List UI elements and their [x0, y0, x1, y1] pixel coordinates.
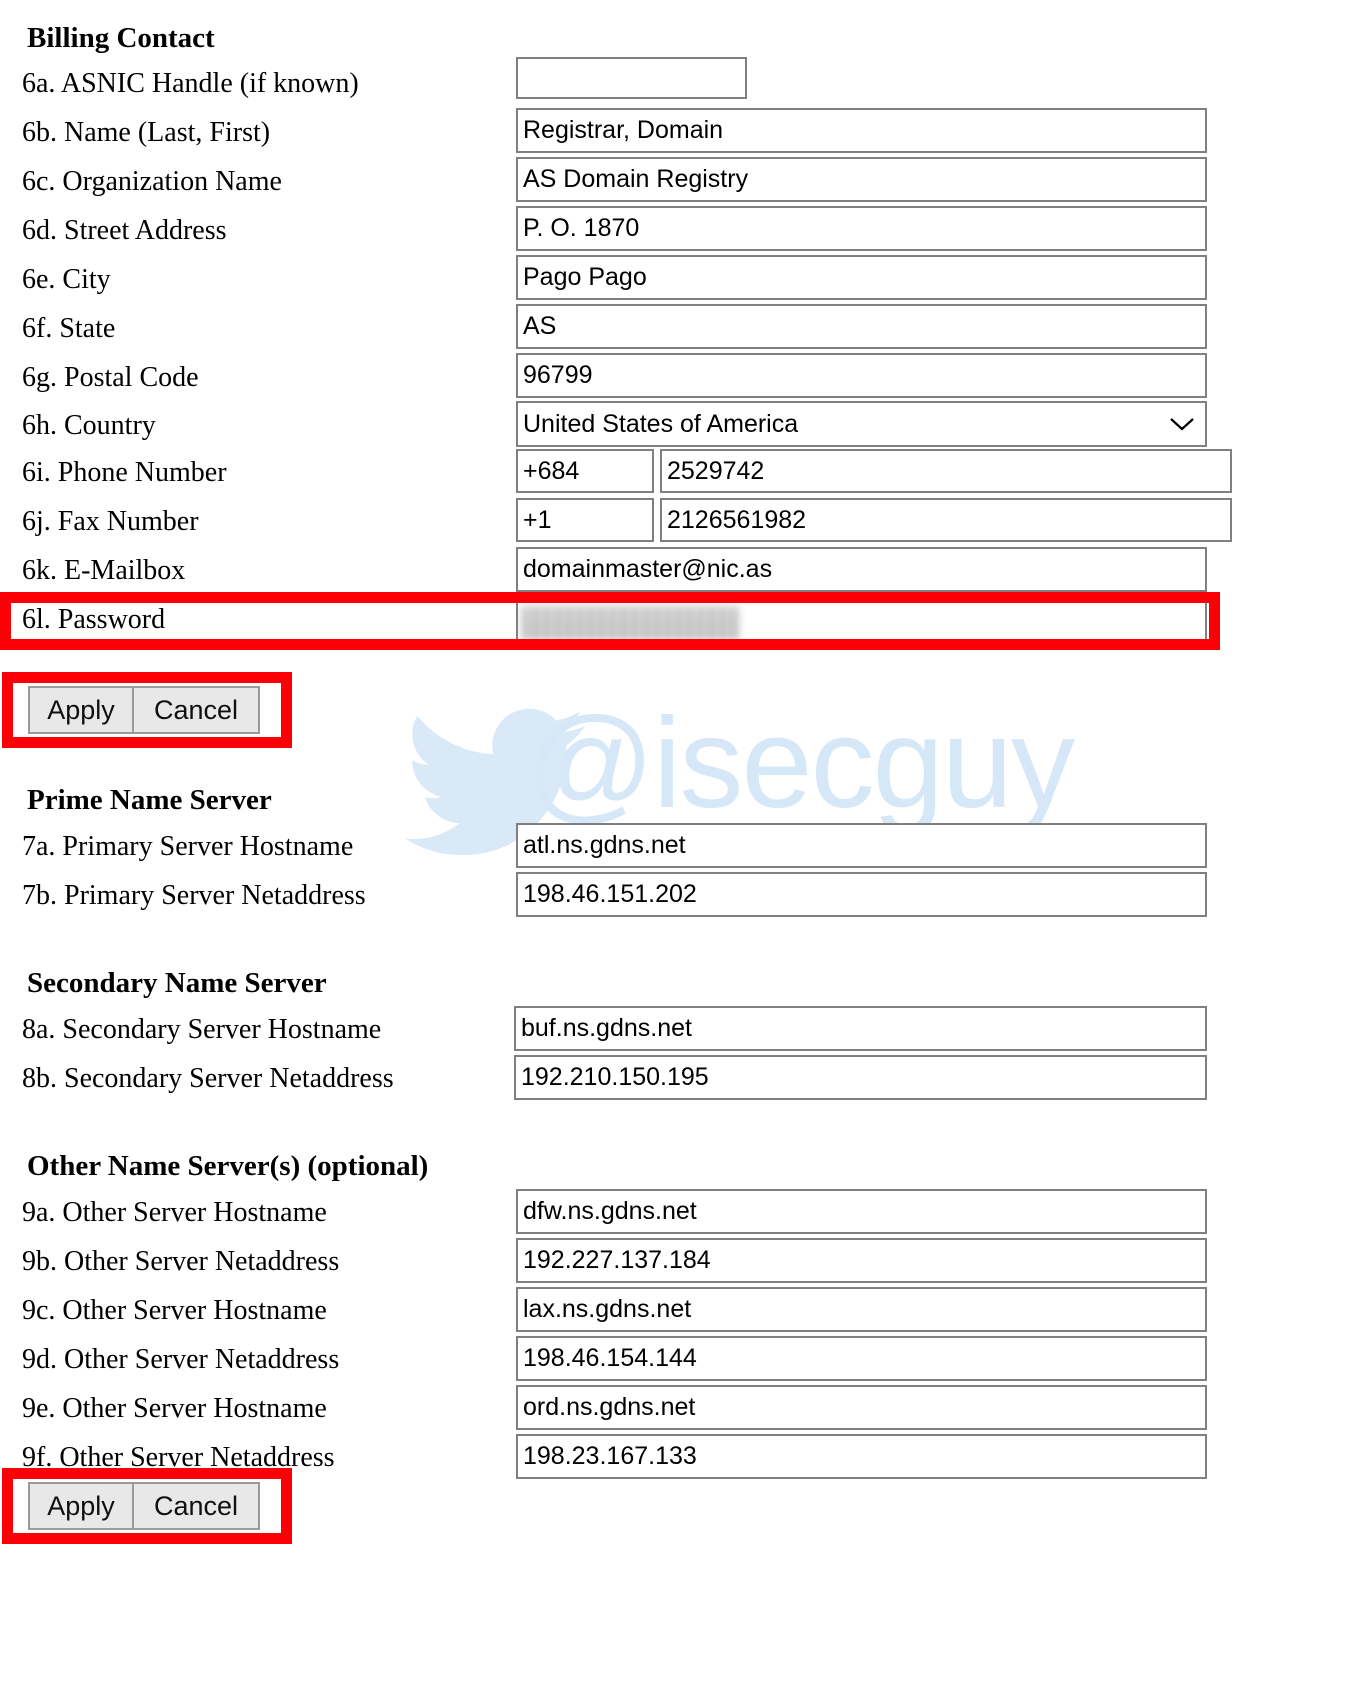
- city-input[interactable]: Pago Pago: [516, 255, 1207, 300]
- apply-button-top[interactable]: Apply: [28, 686, 133, 734]
- label-password: 6l. Password: [22, 604, 166, 635]
- label-organization-name: 6c. Organization Name: [22, 166, 282, 197]
- country-select-value: United States of America: [523, 409, 799, 438]
- country-select[interactable]: United States of America: [516, 401, 1207, 447]
- fax-country-code-input[interactable]: +1: [516, 498, 654, 542]
- label-other-server-netaddress-d: 9d. Other Server Netaddress: [22, 1344, 340, 1375]
- nameserver-button-bar-front: Apply Cancel: [28, 1482, 260, 1530]
- label-primary-server-hostname: 7a. Primary Server Hostname: [22, 831, 354, 862]
- label-state: 6f. State: [22, 313, 116, 344]
- primary-server-hostname-input[interactable]: atl.ns.gdns.net: [516, 823, 1207, 868]
- label-secondary-server-netaddress: 8b. Secondary Server Netaddress: [22, 1063, 394, 1094]
- label-street-address: 6d. Street Address: [22, 215, 227, 246]
- label-primary-server-netaddress: 7b. Primary Server Netaddress: [22, 880, 366, 911]
- email-input[interactable]: domainmaster@nic.as: [516, 547, 1207, 592]
- other-server-hostname-a-input[interactable]: dfw.ns.gdns.net: [516, 1189, 1207, 1234]
- other-server-netaddress-b-input[interactable]: 192.227.137.184: [516, 1238, 1207, 1283]
- label-postal-code: 6g. Postal Code: [22, 362, 199, 393]
- secondary-name-server-title: Secondary Name Server: [27, 967, 327, 999]
- phone-number-input[interactable]: 2529742: [660, 449, 1232, 493]
- password-redaction: [522, 606, 740, 640]
- other-name-servers-title: Other Name Server(s) (optional): [27, 1150, 429, 1182]
- secondary-server-hostname-input[interactable]: buf.ns.gdns.net: [514, 1006, 1207, 1051]
- organization-name-input[interactable]: AS Domain Registry: [516, 157, 1207, 202]
- watermark-handle: @isecguy: [525, 692, 1075, 835]
- label-other-server-hostname-c: 9c. Other Server Hostname: [22, 1295, 327, 1326]
- primary-server-netaddress-input[interactable]: 198.46.151.202: [516, 872, 1207, 917]
- secondary-server-netaddress-input[interactable]: 192.210.150.195: [514, 1055, 1207, 1100]
- label-other-server-hostname-e: 9e. Other Server Hostname: [22, 1393, 327, 1424]
- other-server-hostname-c-input[interactable]: lax.ns.gdns.net: [516, 1287, 1207, 1332]
- label-country: 6h. Country: [22, 410, 156, 441]
- password-input[interactable]: [516, 600, 1207, 642]
- apply-button-bottom-label[interactable]: Apply: [28, 1482, 133, 1530]
- billing-button-bar: Apply Cancel: [28, 686, 260, 734]
- fax-number-input[interactable]: 2126561982: [660, 498, 1232, 542]
- label-other-server-netaddress-b: 9b. Other Server Netaddress: [22, 1246, 340, 1277]
- billing-contact-title: Billing Contact: [27, 22, 215, 54]
- other-server-hostname-e-input[interactable]: ord.ns.gdns.net: [516, 1385, 1207, 1430]
- name-input[interactable]: Registrar, Domain: [516, 108, 1207, 153]
- cancel-button-bottom-label[interactable]: Cancel: [133, 1482, 260, 1530]
- chevron-down-icon: [1170, 418, 1194, 431]
- label-secondary-server-hostname: 8a. Secondary Server Hostname: [22, 1014, 382, 1045]
- prime-name-server-title: Prime Name Server: [27, 784, 272, 816]
- postal-code-input[interactable]: 96799: [516, 353, 1207, 398]
- asnic-handle-input[interactable]: [516, 57, 747, 99]
- label-city: 6e. City: [22, 264, 111, 295]
- label-other-server-hostname-a: 9a. Other Server Hostname: [22, 1197, 327, 1228]
- label-asnic-handle: 6a. ASNIC Handle (if known): [22, 68, 359, 99]
- label-fax-number: 6j. Fax Number: [22, 506, 199, 537]
- other-server-netaddress-d-input[interactable]: 198.46.154.144: [516, 1336, 1207, 1381]
- other-server-netaddress-f-input[interactable]: 198.23.167.133: [516, 1434, 1207, 1479]
- label-phone-number: 6i. Phone Number: [22, 457, 227, 488]
- label-other-server-netaddress-f: 9f. Other Server Netaddress: [22, 1442, 335, 1473]
- street-address-input[interactable]: P. O. 1870: [516, 206, 1207, 251]
- cancel-button-top[interactable]: Cancel: [133, 686, 260, 734]
- label-email: 6k. E-Mailbox: [22, 555, 186, 586]
- phone-country-code-input[interactable]: +684: [516, 449, 654, 493]
- state-input[interactable]: AS: [516, 304, 1207, 349]
- label-name: 6b. Name (Last, First): [22, 117, 271, 148]
